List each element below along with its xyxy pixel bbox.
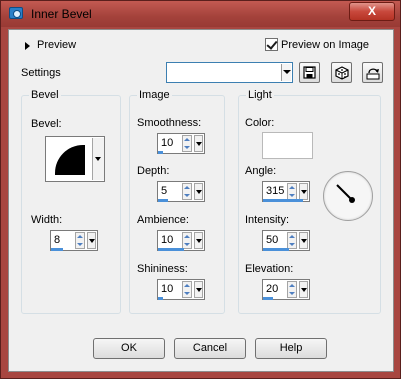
settings-label: Settings <box>21 67 61 79</box>
light-group-title: Light <box>246 89 274 101</box>
angle-value[interactable]: 315 <box>266 185 284 197</box>
bevel-label: Bevel: <box>31 118 62 130</box>
chevron-down-icon[interactable] <box>194 183 203 200</box>
elevation-level-bar <box>263 297 273 300</box>
save-preset-button[interactable] <box>299 62 320 83</box>
shininess-spinner[interactable]: 10 <box>157 279 205 300</box>
randomize-button[interactable] <box>331 62 352 83</box>
ok-button[interactable]: OK <box>93 338 165 359</box>
width-spinner[interactable]: 8 <box>50 230 98 251</box>
smoothness-spinner[interactable]: 10 <box>157 133 205 154</box>
color-label: Color: <box>245 117 275 129</box>
smoothness-label: Smoothness: <box>137 117 202 129</box>
close-button[interactable]: X <box>349 2 395 21</box>
angle-label: Angle: <box>245 165 277 177</box>
chevron-down-icon[interactable] <box>194 281 203 298</box>
intensity-label: Intensity: <box>245 214 290 226</box>
randomize-icon <box>335 66 349 80</box>
depth-label: Depth: <box>137 165 170 177</box>
window-title: Inner Bevel <box>31 7 92 21</box>
preview-on-image-label[interactable]: Preview on Image <box>281 39 369 51</box>
chevron-down-icon[interactable] <box>194 232 203 249</box>
chevron-down-icon[interactable] <box>281 64 291 81</box>
depth-value[interactable]: 5 <box>161 185 167 197</box>
bevel-shape-icon <box>55 145 85 175</box>
chevron-down-icon[interactable] <box>92 138 104 180</box>
settings-dropdown[interactable] <box>166 62 293 83</box>
chevron-down-icon[interactable] <box>299 232 308 249</box>
width-value[interactable]: 8 <box>54 234 60 246</box>
image-group-title: Image <box>137 89 172 101</box>
elevation-stepper[interactable] <box>287 281 297 298</box>
ambience-level-bar <box>158 248 184 251</box>
smoothness-stepper[interactable] <box>182 135 192 152</box>
cancel-button[interactable]: Cancel <box>174 338 246 359</box>
width-label: Width: <box>31 214 63 226</box>
depth-stepper[interactable] <box>182 183 192 200</box>
preview-toggle-label[interactable]: Preview <box>37 39 76 51</box>
camera-icon <box>9 7 23 19</box>
smoothness-level-bar <box>158 151 163 154</box>
ambience-stepper[interactable] <box>182 232 192 249</box>
dialog-window: Inner Bevel X Preview Preview on Image S… <box>0 0 401 379</box>
depth-spinner[interactable]: 5 <box>157 181 205 202</box>
ambience-label: Ambience: <box>137 214 189 226</box>
intensity-level-bar <box>263 248 289 251</box>
depth-level-bar <box>158 199 168 202</box>
ambience-spinner[interactable]: 10 <box>157 230 205 251</box>
chevron-down-icon[interactable] <box>299 281 308 298</box>
light-color-swatch[interactable] <box>262 132 313 159</box>
width-level-bar <box>51 248 63 251</box>
dialog-client: Preview Preview on Image Settings Bevel … <box>8 29 394 372</box>
ambience-value[interactable]: 10 <box>161 234 173 246</box>
title-bar[interactable]: Inner Bevel X <box>1 1 400 27</box>
bevel-shape-picker[interactable] <box>45 136 105 182</box>
reset-icon <box>366 68 380 80</box>
reset-button[interactable] <box>362 62 383 83</box>
elevation-spinner[interactable]: 20 <box>262 279 310 300</box>
save-preset-icon <box>303 66 316 79</box>
intensity-spinner[interactable]: 50 <box>262 230 310 251</box>
shininess-label: Shininess: <box>137 263 188 275</box>
expand-arrow-icon[interactable] <box>25 42 30 50</box>
help-button[interactable]: Help <box>255 338 327 359</box>
angle-needle-icon <box>336 184 355 203</box>
chevron-down-icon[interactable] <box>299 183 308 200</box>
bevel-group-title: Bevel <box>29 89 61 101</box>
elevation-value[interactable]: 20 <box>266 283 278 295</box>
width-stepper[interactable] <box>75 232 85 249</box>
intensity-stepper[interactable] <box>287 232 297 249</box>
angle-level-bar <box>263 199 303 202</box>
shininess-value[interactable]: 10 <box>161 283 173 295</box>
angle-dial[interactable] <box>323 171 373 221</box>
angle-stepper[interactable] <box>287 183 297 200</box>
smoothness-value[interactable]: 10 <box>161 137 173 149</box>
intensity-value[interactable]: 50 <box>266 234 278 246</box>
shininess-level-bar <box>158 297 163 300</box>
angle-spinner[interactable]: 315 <box>262 181 310 202</box>
shininess-stepper[interactable] <box>182 281 192 298</box>
chevron-down-icon[interactable] <box>194 135 203 152</box>
chevron-down-icon[interactable] <box>87 232 96 249</box>
preview-on-image-checkbox[interactable] <box>265 38 278 51</box>
elevation-label: Elevation: <box>245 263 294 275</box>
